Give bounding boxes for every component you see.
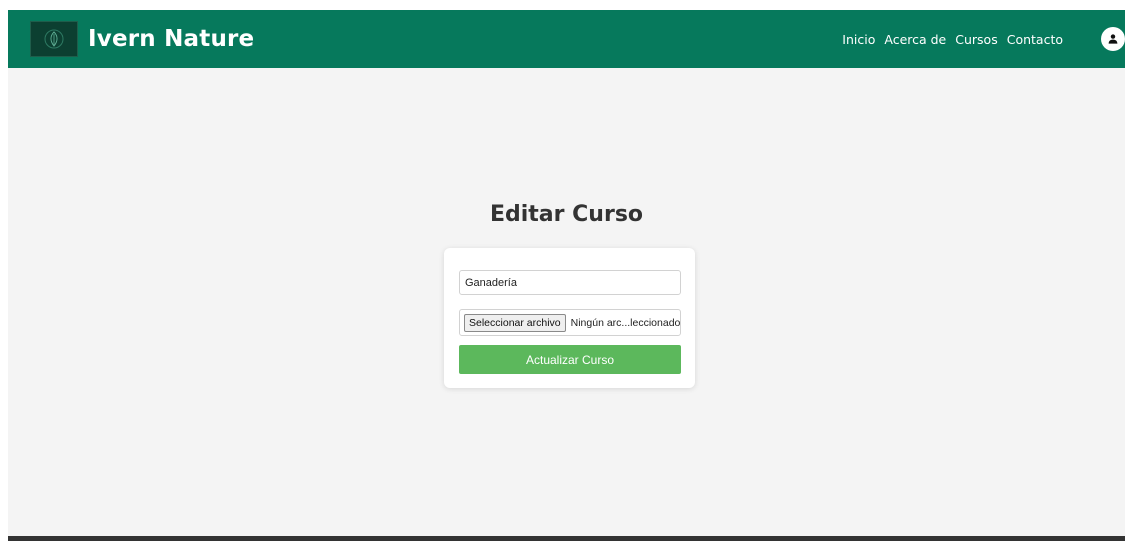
update-course-button[interactable]: Actualizar Curso <box>459 345 681 374</box>
page-frame: Ivern Nature Inicio Acerca de Cursos Con… <box>8 10 1125 541</box>
nav-link-contacto[interactable]: Contacto <box>1007 32 1063 47</box>
top-navbar: Ivern Nature Inicio Acerca de Cursos Con… <box>8 10 1125 68</box>
user-avatar-button[interactable] <box>1101 27 1125 51</box>
nav-link-acerca-de[interactable]: Acerca de <box>884 32 946 47</box>
page-title: Editar Curso <box>489 202 644 227</box>
leaf-logo-icon <box>30 21 78 57</box>
brand[interactable]: Ivern Nature <box>30 21 254 57</box>
file-input[interactable]: Seleccionar archivo Ningún arc...leccion… <box>459 309 681 336</box>
nav-link-cursos[interactable]: Cursos <box>955 32 997 47</box>
course-name-input[interactable] <box>459 270 681 295</box>
footer-bar <box>8 536 1125 541</box>
nav-link-inicio[interactable]: Inicio <box>842 32 875 47</box>
select-file-button[interactable]: Seleccionar archivo <box>464 313 566 332</box>
user-icon <box>1108 34 1118 44</box>
main-nav: Inicio Acerca de Cursos Contacto <box>842 32 1063 47</box>
file-status-text: Ningún arc...leccionado <box>570 316 681 329</box>
edit-course-form: Seleccionar archivo Ningún arc...leccion… <box>444 248 695 388</box>
brand-title: Ivern Nature <box>88 26 255 52</box>
